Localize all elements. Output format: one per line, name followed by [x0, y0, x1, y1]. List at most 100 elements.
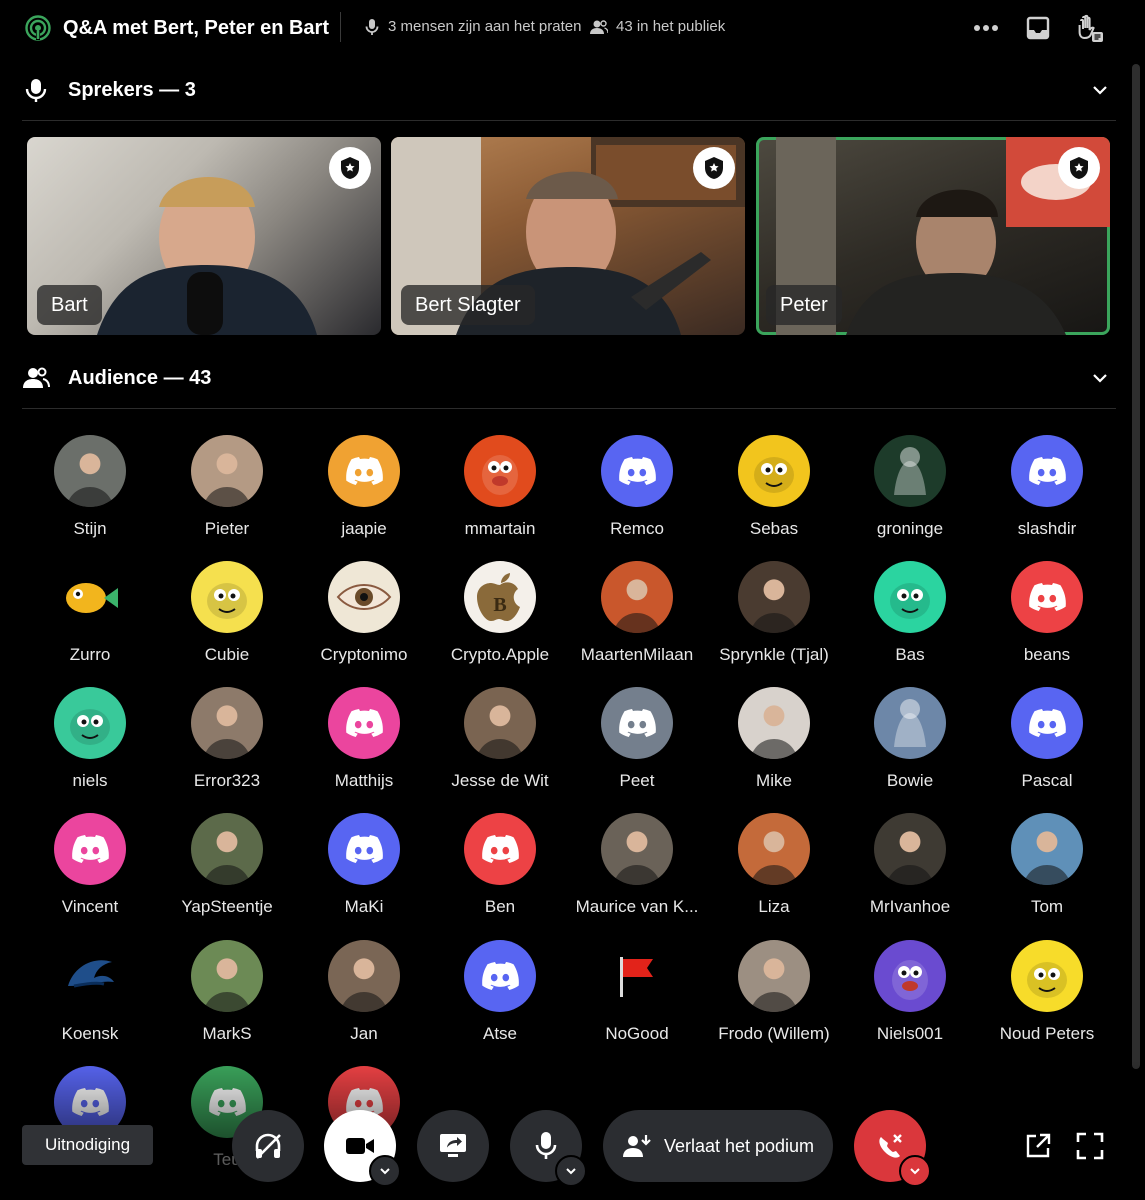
chevron-down-icon[interactable] — [1090, 80, 1110, 100]
popout-icon — [1026, 1133, 1051, 1158]
audience-divider — [22, 408, 1116, 409]
audience-member[interactable]: Sprynkle (Tjal) — [709, 561, 839, 671]
audience-member-name: jaapie — [341, 519, 387, 538]
audience-member[interactable]: beans — [982, 561, 1112, 671]
screen-share-button[interactable] — [417, 1110, 489, 1182]
audience-member[interactable]: Pieter — [162, 435, 292, 545]
audience-member-name: niels — [72, 771, 108, 790]
avatar — [464, 940, 536, 1012]
audience-member-name: Cryptonimo — [320, 645, 408, 664]
microphone-options-button[interactable] — [555, 1155, 587, 1187]
audience-member[interactable]: Zurro — [25, 561, 155, 671]
audience-member[interactable]: MaartenMilaan — [572, 561, 702, 671]
audience-member-name: Sprynkle (Tjal) — [719, 645, 829, 664]
audience-member[interactable]: Ben — [435, 813, 565, 923]
audience-member[interactable]: Bas — [845, 561, 975, 671]
audience-member[interactable]: Cryptonimo — [299, 561, 429, 671]
speaker-tile-bart[interactable]: Bart — [27, 137, 381, 335]
audience-member[interactable]: NoGood — [572, 940, 702, 1050]
more-options-icon[interactable] — [970, 12, 1002, 44]
audience-member[interactable]: Mike — [709, 687, 839, 797]
avatar — [191, 813, 263, 885]
phone-hangup-icon — [879, 1134, 902, 1158]
disconnect-options-button[interactable] — [899, 1155, 931, 1187]
audience-member[interactable]: Noud Peters — [982, 940, 1112, 1050]
audience-member[interactable]: Jesse de Wit — [435, 687, 565, 797]
chevron-down-icon[interactable] — [1090, 368, 1110, 388]
audience-member-name: NoGood — [605, 1024, 669, 1043]
audience-member-name: Maurice van K... — [575, 897, 699, 916]
audience-member[interactable]: B Crypto.Apple — [435, 561, 565, 671]
speaker-tile-bert-slagter[interactable]: Bert Slagter — [391, 137, 745, 335]
audience-member[interactable]: Cubie — [162, 561, 292, 671]
people-icon — [590, 20, 608, 34]
audience-member-name: Bas — [895, 645, 925, 664]
audience-member[interactable]: YapSteentje — [162, 813, 292, 923]
audience-member[interactable]: Maurice van K... — [572, 813, 702, 923]
avatar — [191, 687, 263, 759]
avatar — [601, 561, 673, 633]
audience-member[interactable]: slashdir — [982, 435, 1112, 545]
audience-member[interactable]: Koensk — [25, 940, 155, 1050]
avatar — [874, 687, 946, 759]
svg-text:B: B — [493, 594, 506, 616]
speaker-name: Peter — [766, 285, 842, 325]
audience-member[interactable]: Matthijs — [299, 687, 429, 797]
audience-member[interactable]: Niels001 — [845, 940, 975, 1050]
speakers-section-header[interactable]: Sprekers — 3 — [22, 70, 1116, 110]
audience-member-name: Bowie — [886, 771, 934, 790]
audience-member[interactable]: Bowie — [845, 687, 975, 797]
avatar — [328, 435, 400, 507]
audience-member-name: Atse — [482, 1024, 518, 1043]
audience-member-name: Remco — [610, 519, 664, 538]
inbox-icon[interactable] — [1022, 12, 1054, 44]
audience-member[interactable]: Error323 — [162, 687, 292, 797]
audience-section-title: Audience — 43 — [68, 367, 212, 389]
avatar — [738, 435, 810, 507]
avatar — [328, 687, 400, 759]
audience-member[interactable]: Remco — [572, 435, 702, 545]
audience-member[interactable]: Atse — [435, 940, 565, 1050]
audience-member[interactable]: Jan — [299, 940, 429, 1050]
stage-channel-icon — [25, 15, 51, 41]
camera-options-button[interactable] — [369, 1155, 401, 1187]
avatar — [1011, 561, 1083, 633]
audience-member[interactable]: MaKi — [299, 813, 429, 923]
audience-section-header[interactable]: Audience — 43 — [22, 358, 1116, 398]
people-icon — [23, 367, 50, 388]
audience-member[interactable]: Stijn — [25, 435, 155, 545]
raise-hand-icon[interactable] — [1074, 12, 1106, 44]
deafen-button[interactable] — [232, 1110, 304, 1182]
audience-member[interactable]: mmartain — [435, 435, 565, 545]
audience-member[interactable]: Sebas — [709, 435, 839, 545]
audience-member-name: Pieter — [204, 519, 250, 538]
avatar — [738, 687, 810, 759]
audience-member-name: Jan — [350, 1024, 378, 1043]
scrollbar[interactable] — [1132, 64, 1140, 1069]
audience-member[interactable]: jaapie — [299, 435, 429, 545]
audience-member[interactable]: niels — [25, 687, 155, 797]
audience-member[interactable]: Pascal — [982, 687, 1112, 797]
audience-member-name: Noud Peters — [999, 1024, 1095, 1043]
fullscreen-button[interactable] — [1076, 1132, 1104, 1160]
audience-member[interactable]: MarkS — [162, 940, 292, 1050]
no-sound-icon — [255, 1133, 281, 1159]
speaker-name: Bert Slagter — [401, 285, 535, 325]
audience-member-name: mmartain — [464, 519, 536, 538]
audience-member[interactable]: Tom — [982, 813, 1112, 923]
audience-member[interactable]: Frodo (Willem) — [709, 940, 839, 1050]
audience-member-name: Pascal — [1021, 771, 1073, 790]
audience-member[interactable]: Liza — [709, 813, 839, 923]
popout-button[interactable] — [1024, 1132, 1052, 1160]
speaker-name: Bart — [37, 285, 102, 325]
audience-member-name: Peet — [619, 771, 655, 790]
avatar — [874, 940, 946, 1012]
avatar — [1011, 687, 1083, 759]
speaker-tile-peter[interactable]: Peter — [756, 137, 1110, 335]
leave-stage-button[interactable]: Verlaat het podium — [603, 1110, 833, 1182]
invite-button[interactable]: Uitnodiging — [22, 1125, 153, 1165]
audience-member[interactable]: Peet — [572, 687, 702, 797]
audience-member[interactable]: Vincent — [25, 813, 155, 923]
audience-member[interactable]: MrIvanhoe — [845, 813, 975, 923]
audience-member[interactable]: groninge — [845, 435, 975, 545]
